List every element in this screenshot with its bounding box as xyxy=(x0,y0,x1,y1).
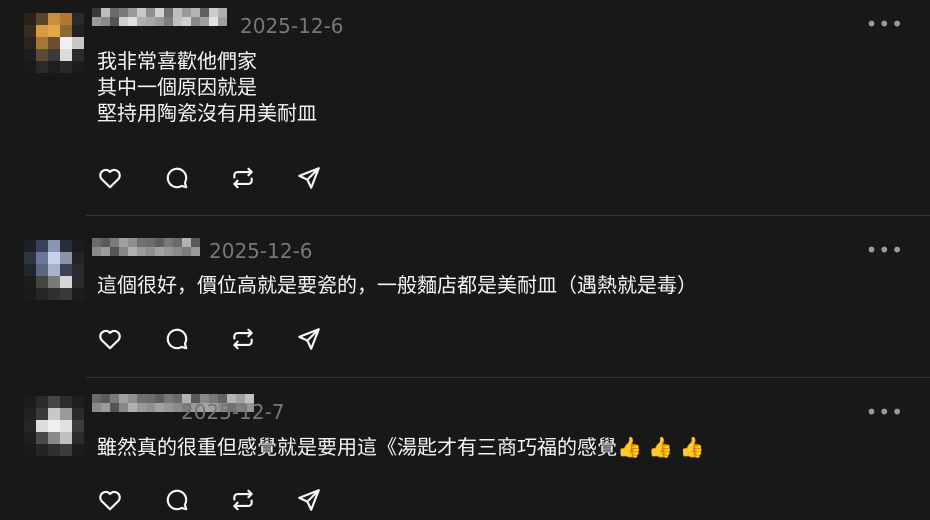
repost-button[interactable] xyxy=(229,164,257,192)
comment-text: 我非常喜歡他們家 其中一個原因就是 堅持用陶瓷沒有用美耐皿 xyxy=(97,49,317,125)
like-button[interactable] xyxy=(96,164,124,192)
comment-date: 2025-12-6 xyxy=(240,14,344,38)
heart-icon xyxy=(99,168,121,189)
repost-icon xyxy=(233,489,253,511)
more-options-icon[interactable]: ••• xyxy=(866,402,904,422)
like-button[interactable] xyxy=(96,486,124,514)
comment-icon xyxy=(166,489,188,511)
share-icon xyxy=(298,328,320,350)
heart-icon xyxy=(99,490,121,511)
reply-button[interactable] xyxy=(163,325,191,353)
more-options-icon[interactable]: ••• xyxy=(866,14,904,34)
repost-button[interactable] xyxy=(229,325,257,353)
comment-text: 雖然真的很重但感覺就是要用這《湯匙才有三商巧福的感覺👍 👍 👍 xyxy=(97,435,705,459)
avatar[interactable] xyxy=(24,396,84,456)
like-button[interactable] xyxy=(96,325,124,353)
heart-icon xyxy=(99,329,121,350)
share-button[interactable] xyxy=(295,486,323,514)
comment-text: 這個很好，價位高就是要瓷的，一般麵店都是美耐皿（遇熱就是毒） xyxy=(97,273,697,297)
username[interactable] xyxy=(92,8,227,26)
username[interactable] xyxy=(92,238,200,256)
comment-icon xyxy=(166,167,188,189)
comment-date: 2025-12-6 xyxy=(209,239,313,263)
reply-button[interactable] xyxy=(163,486,191,514)
avatar[interactable] xyxy=(24,240,84,300)
comment-date: 2025-12-7 xyxy=(181,400,285,424)
more-options-icon[interactable]: ••• xyxy=(866,240,904,260)
avatar[interactable] xyxy=(24,13,84,73)
share-button[interactable] xyxy=(295,164,323,192)
share-icon xyxy=(298,489,320,511)
comment-item: 2025-12-7 ••• 雖然真的很重但感覺就是要用這《湯匙才有三商巧福的感覺… xyxy=(0,378,930,520)
share-icon xyxy=(298,167,320,189)
comment-item: 2025-12-6 ••• 這個很好，價位高就是要瓷的，一般麵店都是美耐皿（遇熱… xyxy=(0,216,930,377)
reply-button[interactable] xyxy=(163,164,191,192)
repost-icon xyxy=(233,328,253,350)
share-button[interactable] xyxy=(295,325,323,353)
repost-button[interactable] xyxy=(229,486,257,514)
comment-item: 2025-12-6 ••• 我非常喜歡他們家 其中一個原因就是 堅持用陶瓷沒有用… xyxy=(0,0,930,215)
repost-icon xyxy=(233,167,253,189)
comment-icon xyxy=(166,328,188,350)
